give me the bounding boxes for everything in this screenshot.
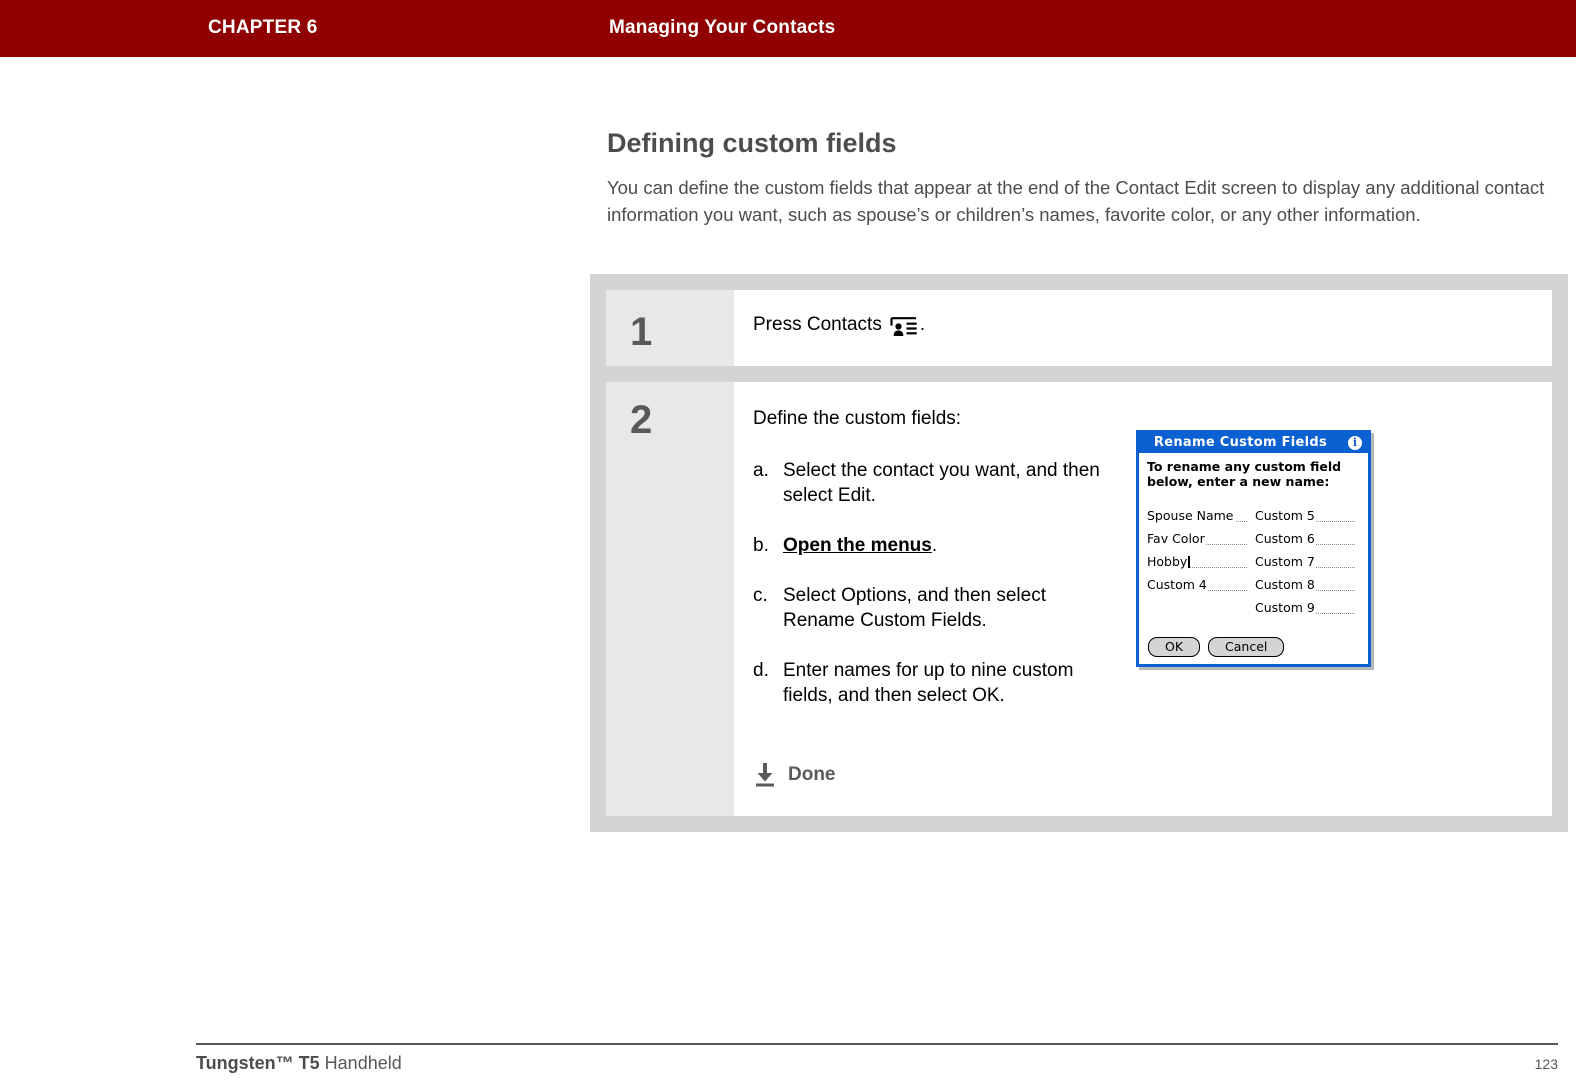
substep-marker: d. xyxy=(753,660,769,681)
page-title: Defining custom fields xyxy=(607,128,897,158)
custom-field-row[interactable]: Custom 6 xyxy=(1255,528,1363,551)
step-number-cell: 2 xyxy=(606,382,734,816)
dialog-title: Rename Custom Fields xyxy=(1153,435,1328,450)
custom-field-value: Custom 7 xyxy=(1255,554,1316,569)
custom-field-row[interactable]: Spouse Name xyxy=(1147,505,1255,528)
dialog-titlebar: Rename Custom Fields i xyxy=(1139,433,1368,453)
page-header: CHAPTER 6 Managing Your Contacts xyxy=(0,0,1576,57)
list-item: d. Enter names for up to nine custom fie… xyxy=(753,658,1103,708)
custom-field-row[interactable]: Custom 7 xyxy=(1255,551,1363,574)
intro-paragraph: You can define the custom fields that ap… xyxy=(607,177,1545,225)
chapter-label: CHAPTER 6 xyxy=(208,17,318,38)
custom-field-value: Custom 5 xyxy=(1255,508,1316,523)
custom-field-row[interactable]: Custom 4 xyxy=(1147,574,1255,597)
custom-fields-column-right: Custom 5 Custom 6 Custom 7 Custom 8 Cust… xyxy=(1255,505,1363,620)
list-item: b. Open the menus. xyxy=(753,533,1103,558)
contacts-icon xyxy=(890,317,918,339)
rename-custom-fields-dialog: Rename Custom Fields i To rename any cus… xyxy=(1136,430,1371,667)
substep-list: a. Select the contact you want, and then… xyxy=(753,458,1103,733)
info-icon[interactable]: i xyxy=(1348,436,1362,450)
open-the-menus-link[interactable]: Open the menus xyxy=(783,535,932,556)
custom-field-row[interactable]: Custom 5 xyxy=(1255,505,1363,528)
footer-divider xyxy=(196,1043,1558,1045)
done-row: Done xyxy=(753,762,836,788)
custom-field-value: Custom 6 xyxy=(1255,531,1316,546)
step-row: 2 Define the custom fields: a. Select th… xyxy=(606,382,1552,816)
custom-fields-column-left: Spouse Name Fav Color Hobby Custom 4 xyxy=(1147,505,1255,620)
custom-field-value: Hobby xyxy=(1147,554,1189,569)
substep-text: Select Options, and then select Rename C… xyxy=(783,585,1046,631)
step-1-text-after: . xyxy=(919,314,926,335)
download-arrow-icon xyxy=(753,762,777,788)
custom-field-row[interactable]: Fav Color xyxy=(1147,528,1255,551)
custom-field-value: Custom 8 xyxy=(1255,577,1316,592)
step-2-instruction: Define the custom fields: xyxy=(753,408,962,429)
custom-fields-grid: Spouse Name Fav Color Hobby Custom 4 Cus… xyxy=(1147,505,1363,620)
substep-text: Select the contact you want, and then se… xyxy=(783,460,1100,506)
list-item: a. Select the contact you want, and then… xyxy=(753,458,1103,508)
custom-field-row[interactable]: Hobby xyxy=(1147,551,1255,574)
text-caret xyxy=(1188,556,1191,568)
step-number: 2 xyxy=(630,398,653,442)
done-label: Done xyxy=(788,764,836,785)
custom-field-value: Spouse Name xyxy=(1147,508,1235,523)
substep-text: Enter names for up to nine custom fields… xyxy=(783,660,1074,706)
cancel-button[interactable]: Cancel xyxy=(1208,637,1285,657)
steps-panel: 1 Press Contacts . 2 Define the custom f… xyxy=(590,274,1568,832)
step-1-instruction: Press Contacts . xyxy=(753,314,925,336)
custom-field-value: Fav Color xyxy=(1147,531,1206,546)
dialog-instruction: To rename any custom field below, enter … xyxy=(1147,459,1342,489)
dialog-buttons: OK Cancel xyxy=(1148,637,1285,657)
step-1-text-before: Press Contacts xyxy=(753,314,882,335)
step-number-cell: 1 xyxy=(606,290,734,366)
custom-field-value: Custom 9 xyxy=(1255,600,1316,615)
custom-field-row[interactable]: Custom 9 xyxy=(1255,597,1363,620)
list-item: c. Select Options, and then select Renam… xyxy=(753,583,1103,633)
substep-text: Open the menus. xyxy=(783,533,1103,558)
substep-marker: a. xyxy=(753,460,769,481)
step-number: 1 xyxy=(630,310,653,354)
ok-button[interactable]: OK xyxy=(1148,637,1201,657)
chapter-title: Managing Your Contacts xyxy=(609,17,836,38)
step-row: 1 Press Contacts . xyxy=(606,290,1552,366)
step-body: Press Contacts . xyxy=(734,290,1552,366)
custom-field-row[interactable]: Custom 8 xyxy=(1255,574,1363,597)
substep-suffix: . xyxy=(931,535,938,556)
footer-brand: Tungsten™ T5 xyxy=(196,1053,320,1073)
page-number: 123 xyxy=(1534,1056,1558,1072)
substep-marker: b. xyxy=(753,535,769,556)
custom-field-value: Custom 4 xyxy=(1147,577,1208,592)
footer-product: Tungsten™ T5 Handheld xyxy=(196,1053,402,1074)
substep-marker: c. xyxy=(753,585,768,606)
footer-product-label: Handheld xyxy=(319,1053,402,1073)
